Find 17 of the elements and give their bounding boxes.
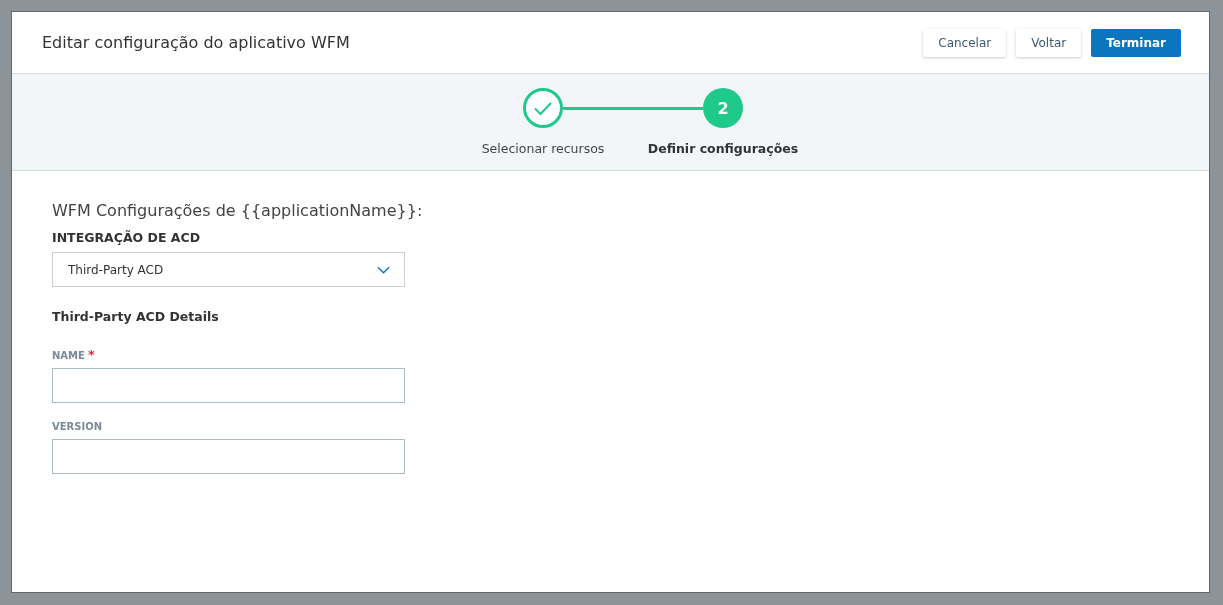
dropdown-field[interactable]: Third-Party ACD bbox=[52, 252, 405, 287]
step-label: Selecionar recursos bbox=[481, 141, 605, 156]
details-heading: Third-Party ACD Details bbox=[52, 309, 220, 324]
secondary-button[interactable]: Voltar bbox=[1016, 28, 1082, 57]
section-title: WFM Configurações de {{applicationName}}: bbox=[52, 201, 424, 220]
field-label: INTEGRAÇÃO DE ACD bbox=[52, 230, 202, 245]
dialog-title: Editar configuração do aplicativo WFM bbox=[42, 33, 350, 52]
step-number: 2 bbox=[703, 88, 743, 128]
input-field[interactable] bbox=[52, 439, 405, 474]
finish-button[interactable]: Terminar bbox=[1091, 28, 1181, 57]
field-label: NAME bbox=[52, 350, 85, 361]
field-label: VERSION bbox=[52, 421, 103, 432]
secondary-button[interactable]: Cancelar bbox=[923, 28, 1007, 57]
required-mark: * bbox=[87, 350, 95, 360]
step-label: Definir configurações bbox=[647, 141, 799, 156]
chevron-down-icon bbox=[377, 265, 390, 274]
input-field[interactable] bbox=[52, 368, 405, 403]
